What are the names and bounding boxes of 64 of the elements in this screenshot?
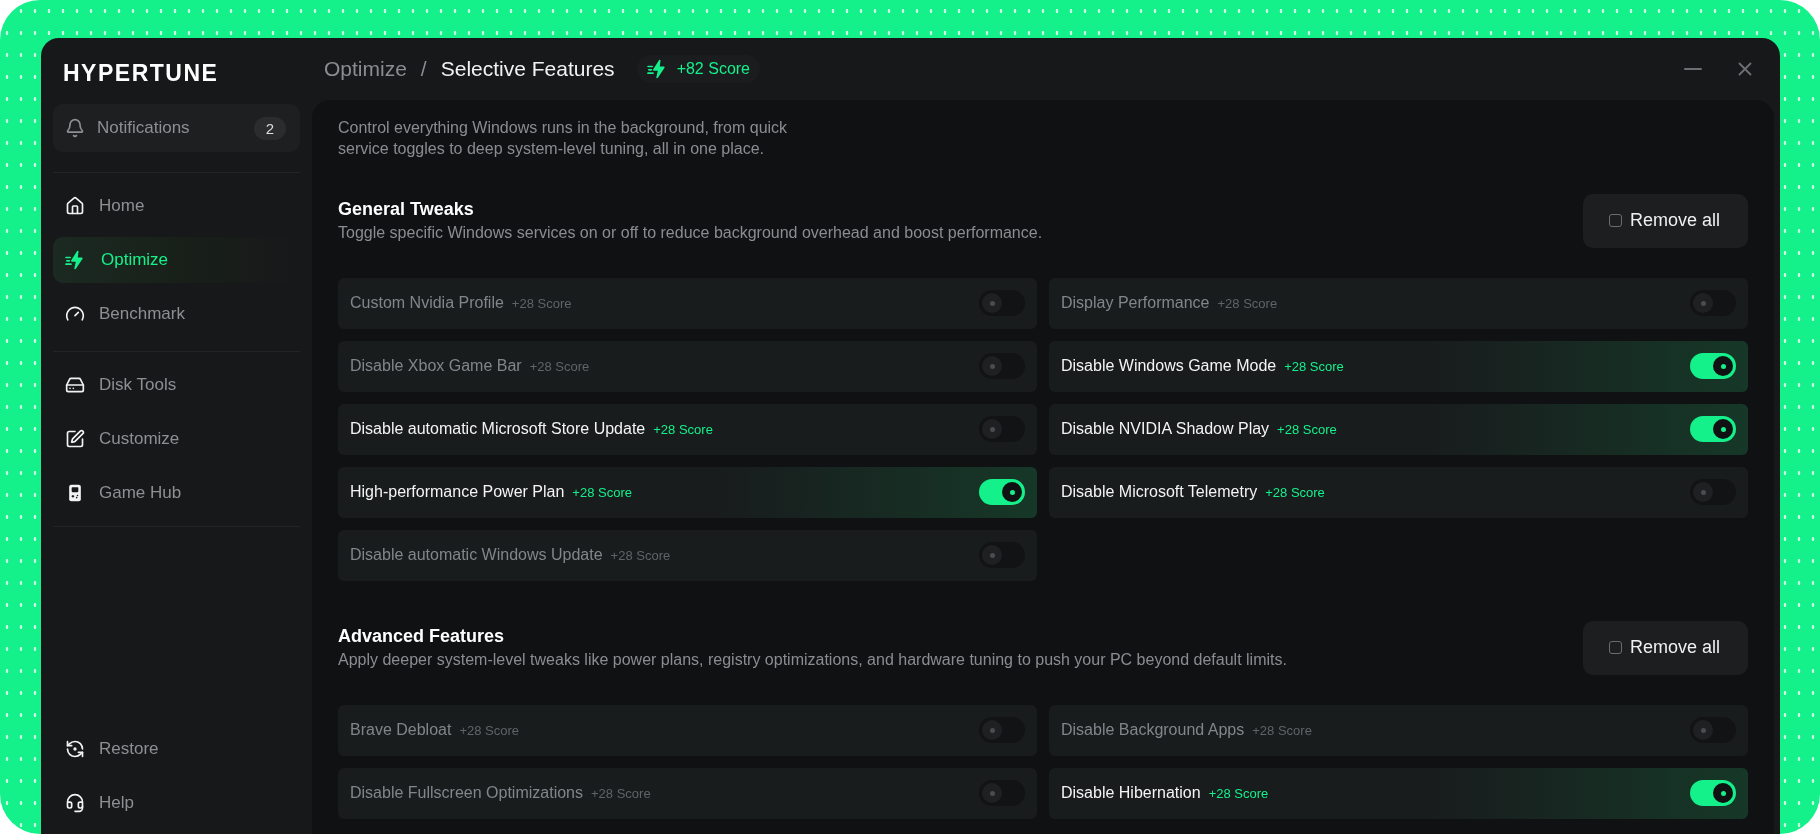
tweak-label: Disable automatic Microsoft Store Update [350, 420, 646, 439]
nav-item[interactable]: Help [53, 780, 300, 826]
nav-item[interactable]: Home [53, 183, 300, 229]
checkbox[interactable] [1608, 641, 1622, 655]
score-label: +28 Score [1277, 421, 1337, 437]
nav-item[interactable]: Benchmark [53, 291, 300, 337]
tweak-label: Brave Debloat [350, 721, 452, 740]
nav-item[interactable]: Disk Tools [53, 362, 300, 408]
score-label: +28 Score [1265, 484, 1325, 500]
home-icon [65, 196, 85, 216]
nav-item[interactable]: Restore [53, 726, 300, 772]
minimize-button[interactable] [1684, 68, 1702, 70]
bell-icon [65, 118, 85, 138]
nav-item[interactable]: Customize [53, 416, 300, 462]
tweak-label: Disable NVIDIA Shadow Play [1061, 420, 1270, 439]
section-description: Apply deeper system-level tweaks like power plans, registry optimizations, and hardware tuning to push your PC beyond default limits. [338, 651, 1287, 670]
restore-icon [65, 739, 85, 759]
toggle-switch[interactable] [979, 416, 1025, 443]
tweak-label: High-performance Power Plan [350, 483, 565, 502]
tweak-label: Disable Background Apps [1061, 721, 1245, 740]
tweak-label: Disable automatic Windows Update [350, 546, 603, 565]
score-label: +28 Score [572, 484, 632, 500]
score-label: +28 Score [1252, 722, 1312, 738]
score-label: +28 Score [459, 722, 519, 738]
breadcrumb-link[interactable]: Optimize [324, 57, 407, 81]
nav-item[interactable]: Game Hub [53, 470, 300, 516]
score-badge: +82 Score [636, 55, 760, 83]
tweak-label: Disable Microsoft Telemetry [1061, 483, 1258, 502]
tweak-label: Custom Nvidia Profile [350, 294, 504, 313]
score-label: +28 Score [1208, 785, 1269, 801]
toggle-switch[interactable] [979, 479, 1025, 506]
intro-text: Control everything Windows runs in the background, from quick service toggles to deep system-level tuning, all in one place. [338, 118, 789, 159]
minimize-icon [1684, 68, 1702, 70]
score-label: +28 Score [610, 547, 671, 563]
score-label: +28 Score [653, 421, 713, 437]
checkbox[interactable] [1608, 214, 1622, 228]
app-logo: HYPERTUNE [62, 58, 219, 88]
notification-count: 2 [253, 116, 286, 140]
page-title: Selective Features [440, 57, 615, 81]
toggle-switch[interactable] [1690, 780, 1736, 807]
tweak-label: Display Performance [1061, 294, 1210, 313]
breadcrumb-separator: / [420, 57, 427, 81]
section-title: General Tweaks [338, 199, 475, 221]
tweak-label: Disable Xbox Game Bar [350, 357, 522, 376]
pen-icon [65, 429, 85, 449]
score-label: +28 Score [591, 785, 651, 801]
gauge-icon [65, 304, 85, 324]
toggle-switch[interactable] [1690, 416, 1736, 443]
score-label: +28 Score [1217, 295, 1278, 311]
score-label: +28 Score [1284, 358, 1344, 374]
section-title: Advanced Features [338, 626, 506, 648]
tweak-label: Disable Hibernation [1061, 784, 1201, 803]
tweak-label: Disable Fullscreen Optimizations [350, 784, 583, 803]
remove-all-button[interactable]: Remove all [1582, 620, 1748, 675]
remove-all-button[interactable]: Remove all [1582, 193, 1748, 248]
tweak-label: Disable Windows Game Mode [1061, 357, 1277, 376]
notifications-item[interactable]: Notifications 2 [53, 104, 300, 152]
section-description: Toggle specific Windows services on or off to reduce background overhead and boost performance. [338, 224, 1043, 243]
drive-icon [65, 375, 85, 395]
score-label: +28 Score [511, 295, 572, 311]
toggle-switch[interactable] [1690, 479, 1736, 506]
toggle-switch[interactable] [1690, 353, 1736, 380]
headset-icon [65, 793, 85, 813]
score-label: +28 Score [529, 358, 590, 374]
